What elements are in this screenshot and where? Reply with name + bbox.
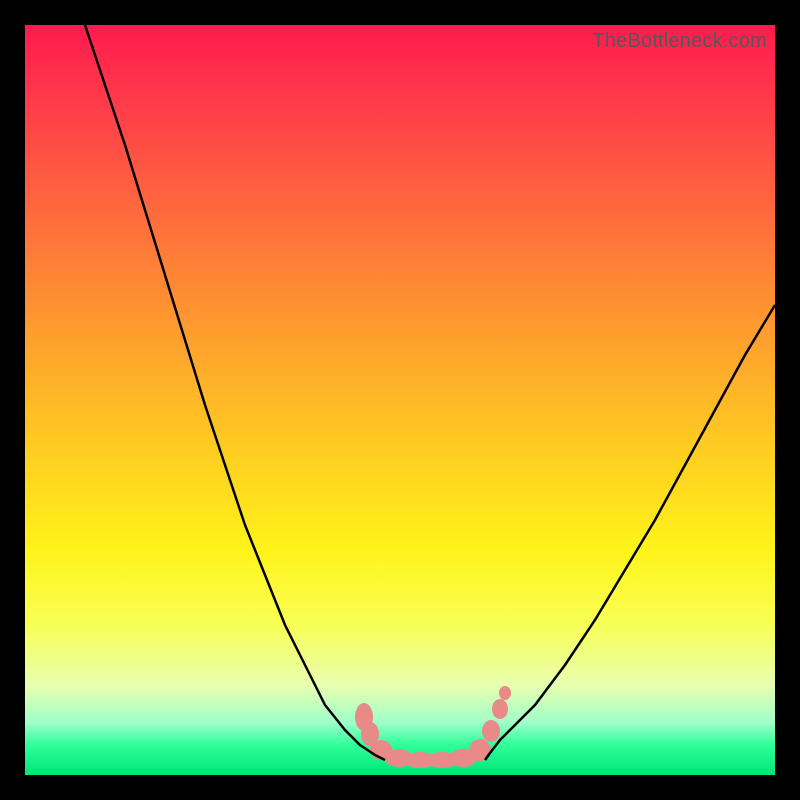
right-curve-line <box>485 305 775 760</box>
cluster-blob <box>499 686 511 700</box>
cluster-blob <box>492 699 508 719</box>
cluster-blob <box>482 720 500 742</box>
left-curve-line <box>85 25 385 760</box>
chart-svg <box>25 25 775 775</box>
chart-plot-area: TheBottleneck.com <box>25 25 775 775</box>
